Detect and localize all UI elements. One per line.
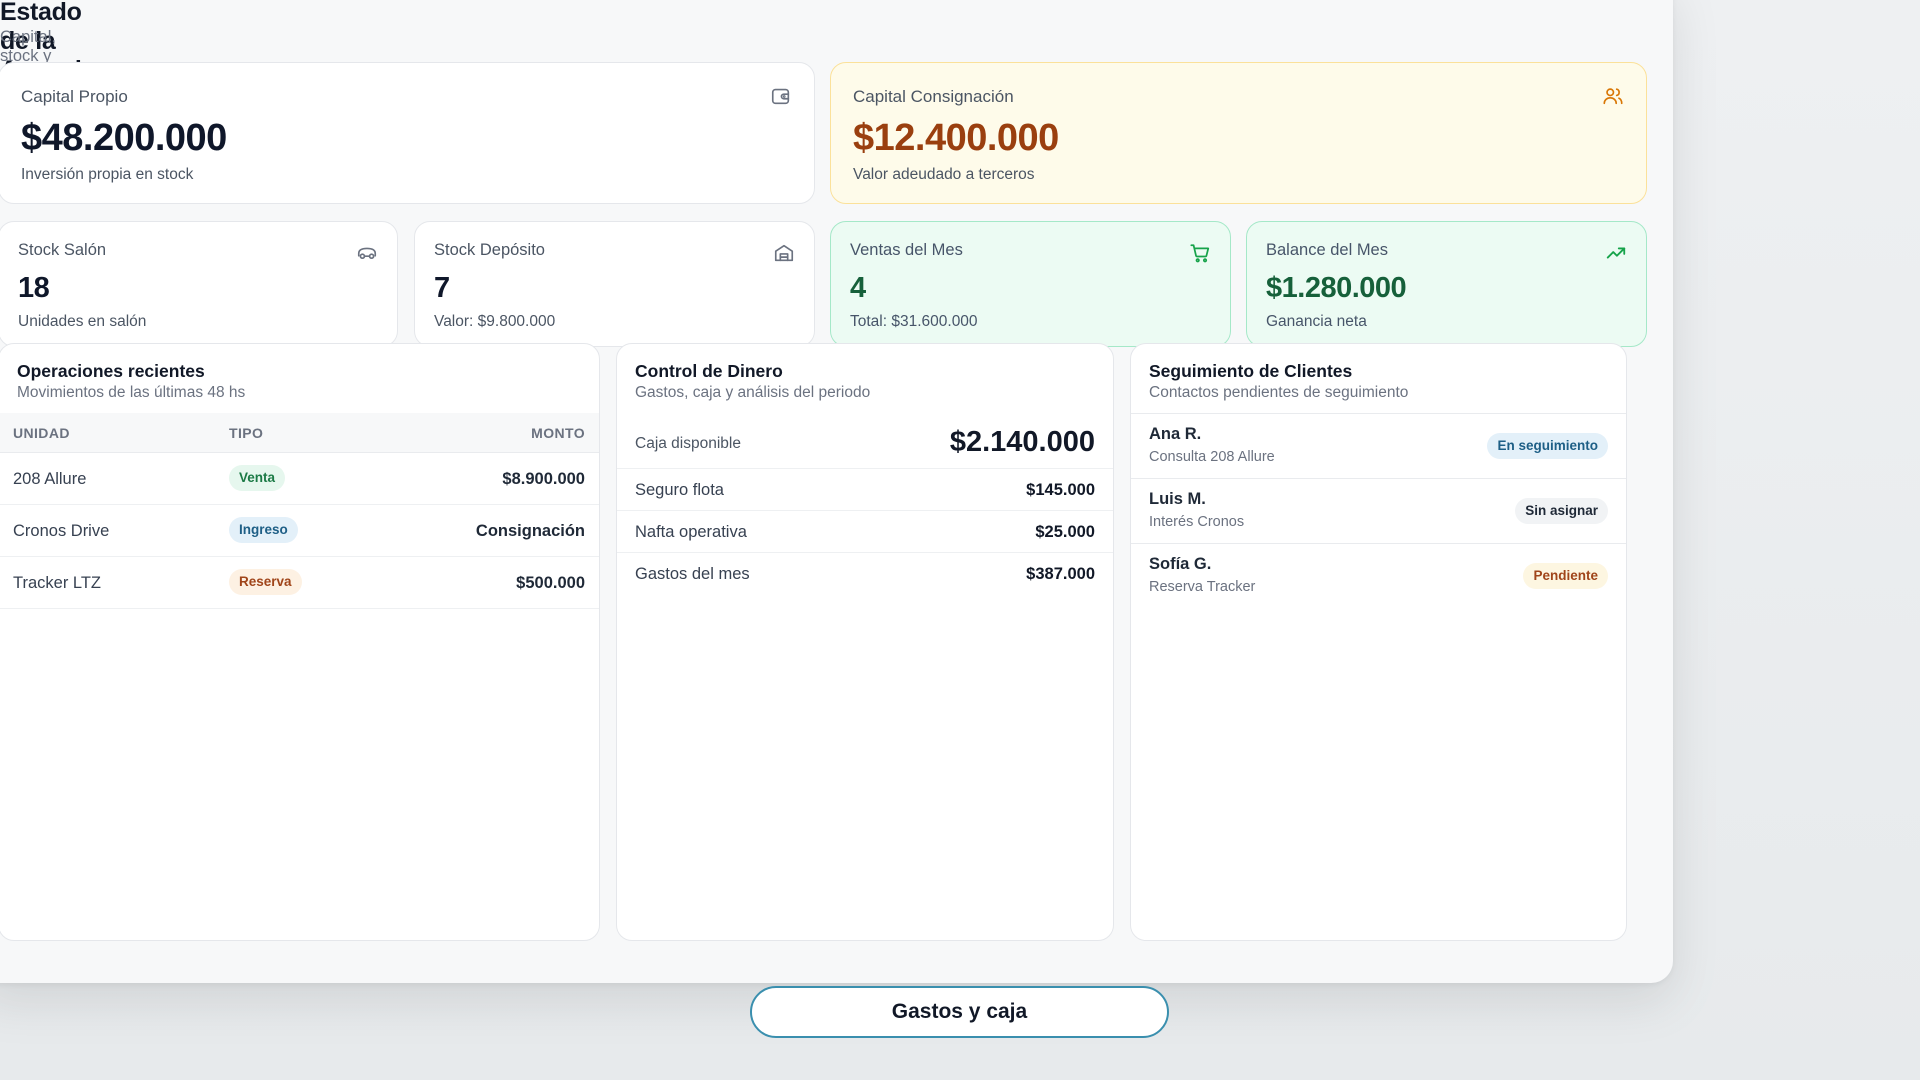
cliente-detail: Consulta 208 Allure (1149, 449, 1275, 465)
cliente-name: Ana R. (1149, 425, 1202, 443)
kpi-value: 18 (18, 272, 50, 304)
wallet-icon (771, 88, 790, 105)
users-icon (1603, 88, 1623, 105)
car-icon (357, 247, 377, 260)
kpi-note: Ganancia neta (1266, 313, 1367, 330)
col-monto[interactable]: MONTO (531, 425, 585, 441)
panel-title: Operaciones recientes (17, 361, 205, 381)
kpi-stock-salon[interactable]: Stock Salón 18 Unidades en salón (0, 221, 398, 347)
cell-unidad: 208 Allure (13, 470, 87, 488)
table-row[interactable]: Cronos Drive Ingreso Consignación (0, 505, 599, 557)
kpi-label: Capital Consignación (853, 87, 1014, 106)
kpi-value: 7 (434, 272, 450, 304)
caja-value: $2.140.000 (949, 426, 1095, 458)
gasto-label: Seguro flota (635, 481, 724, 499)
panel-title: Control de Dinero (635, 361, 783, 381)
cell-monto: Consignación (475, 522, 585, 540)
kpi-ventas-mes[interactable]: Ventas del Mes 4 Total: $31.600.000 (830, 221, 1231, 347)
cart-icon (1190, 244, 1210, 263)
kpi-label: Ventas del Mes (850, 241, 963, 259)
cliente-detail: Interés Cronos (1149, 514, 1245, 530)
gasto-label: Nafta operativa (635, 523, 747, 541)
cliente-row[interactable]: Ana R. Consulta 208 Allure En seguimient… (1131, 413, 1626, 478)
cliente-row[interactable]: Sofía G. Reserva Tracker Pendiente (1131, 543, 1626, 608)
panel-subtitle: Gastos, caja y análisis del periodo (635, 384, 871, 401)
status-badge: Sin asignar (1515, 498, 1608, 524)
app-window: Estado de la Agencia Capital, stock y ve… (0, 0, 1673, 983)
gastos-caja-button[interactable]: Gastos y caja (750, 986, 1169, 1038)
col-unidad[interactable]: UNIDAD (13, 425, 70, 441)
kpi-label: Capital Propio (21, 87, 128, 106)
gasto-row[interactable]: Nafta operativa $25.000 (617, 511, 1113, 553)
kpi-balance-mes[interactable]: Balance del Mes $1.280.000 Ganancia neta (1246, 221, 1647, 347)
table-row[interactable]: 208 Allure Venta $8.900.000 (0, 453, 599, 505)
gasto-value: $25.000 (1035, 523, 1095, 541)
kpi-value: $12.400.000 (853, 117, 1059, 159)
cell-monto: $8.900.000 (502, 470, 585, 488)
panel-operaciones: Operaciones recientes Movimientos de las… (0, 343, 600, 941)
cell-monto: $500.000 (516, 574, 585, 592)
kpi-value: $48.200.000 (21, 117, 227, 159)
table-row[interactable]: Tracker LTZ Reserva $500.000 (0, 557, 599, 609)
table-header: UNIDAD TIPO MONTO (0, 413, 599, 453)
kpi-note: Valor: $9.800.000 (434, 313, 556, 330)
status-badge: Pendiente (1523, 563, 1608, 589)
tipo-badge: Ingreso (229, 517, 298, 543)
gasto-value: $387.000 (1026, 565, 1095, 583)
kpi-note: Inversión propia en stock (21, 166, 194, 183)
caja-disponible-row: Caja disponible $2.140.000 (617, 413, 1113, 469)
gasto-row[interactable]: Gastos del mes $387.000 (617, 553, 1113, 595)
panel-clientes: Seguimiento de Clientes Contactos pendie… (1130, 343, 1627, 941)
kpi-note: Valor adeudado a terceros (853, 166, 1035, 183)
kpi-capital-consignacion[interactable]: Capital Consignación $12.400.000 Valor a… (830, 62, 1647, 204)
tipo-badge: Venta (229, 465, 286, 491)
kpi-value: $1.280.000 (1266, 272, 1407, 304)
cliente-name: Luis M. (1149, 490, 1206, 508)
kpi-label: Stock Depósito (434, 241, 545, 259)
cliente-row[interactable]: Luis M. Interés Cronos Sin asignar (1131, 478, 1626, 543)
tipo-badge: Reserva (229, 569, 302, 595)
trending-up-icon (1606, 247, 1626, 259)
kpi-value: 4 (850, 272, 866, 304)
gasto-label: Gastos del mes (635, 565, 750, 583)
kpi-stock-deposito[interactable]: Stock Depósito 7 Valor: $9.800.000 (414, 221, 815, 347)
panel-title: Seguimiento de Clientes (1149, 361, 1353, 381)
kpi-note: Total: $31.600.000 (850, 313, 978, 330)
cell-unidad: Tracker LTZ (13, 574, 102, 592)
kpi-note: Unidades en salón (18, 313, 147, 330)
panel-subtitle: Movimientos de las últimas 48 hs (17, 384, 246, 401)
gasto-value: $145.000 (1026, 481, 1095, 499)
panel-subtitle: Contactos pendientes de seguimiento (1149, 384, 1409, 401)
status-badge: En seguimiento (1487, 433, 1608, 459)
gasto-row[interactable]: Seguro flota $145.000 (617, 469, 1113, 511)
kpi-label: Balance del Mes (1266, 241, 1388, 259)
cliente-detail: Reserva Tracker (1149, 579, 1256, 595)
cell-unidad: Cronos Drive (13, 522, 110, 540)
panel-control-dinero: Control de Dinero Gastos, caja y análisi… (616, 343, 1114, 941)
warehouse-icon (774, 244, 794, 262)
col-tipo[interactable]: TIPO (229, 425, 263, 441)
cliente-name: Sofía G. (1149, 555, 1212, 573)
kpi-capital-propio[interactable]: Capital Propio $48.200.000 Inversión pro… (0, 62, 815, 204)
caja-label: Caja disponible (635, 435, 741, 452)
kpi-label: Stock Salón (18, 241, 107, 259)
